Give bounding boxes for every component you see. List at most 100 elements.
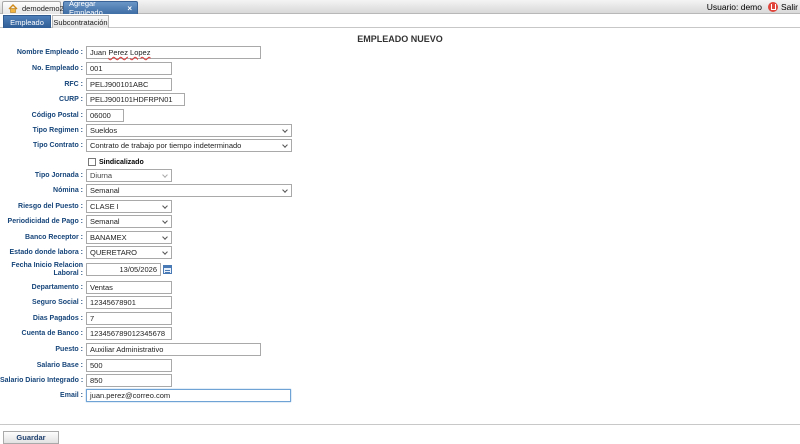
row-rfc: RFC : PELJ900101ABC [0, 78, 800, 92]
tipo-regimen-value: Sueldos [90, 126, 118, 135]
sub-tab-bar: Empleado Subcontratación [0, 15, 800, 28]
row-no-empleado: No. Empleado : 001 [0, 62, 800, 76]
riesgo-select[interactable]: CLASE I [86, 200, 172, 213]
user-label: Usuario: demo [706, 2, 762, 12]
seguro-social-label: Seguro Social : [32, 299, 83, 306]
row-salario-diario: Salario Diario Integrado : 850 [0, 374, 800, 388]
chevron-down-icon [162, 234, 168, 240]
cuenta-banco-label: Cuenta de Banco : [21, 330, 83, 337]
tipo-jornada-value: Diurna [90, 171, 113, 180]
home-icon [8, 3, 18, 13]
estado-value: QUERETARO [90, 248, 137, 257]
nombre-label: Nombre Empleado : [16, 49, 83, 56]
salario-diario-label: Salario Diario Integrado : [0, 377, 84, 384]
row-nombre: Nombre Empleado : Juan Perez Lopez [0, 46, 800, 60]
seguro-social-input[interactable]: 12345678901 [86, 296, 172, 309]
no-empleado-label: No. Empleado : [32, 65, 83, 72]
tipo-contrato-select[interactable]: Contrato de trabajo por tiempo indetermi… [86, 139, 292, 152]
cuenta-banco-input[interactable]: 123456789012345678 [86, 327, 172, 340]
row-curp: CURP : PELJ900101HDFRPN01 [0, 93, 800, 107]
chevron-down-icon [282, 127, 288, 133]
tipo-jornada-label: Tipo Jornada : [34, 172, 83, 179]
tab-home-label: demodemo2 [22, 3, 64, 13]
row-tipo-contrato: Tipo Contrato : Contrato de trabajo por … [0, 139, 800, 153]
row-seguro-social: Seguro Social : 12345678901 [0, 296, 800, 310]
exit-link[interactable]: Salir [781, 2, 798, 12]
nomina-select[interactable]: Semanal [86, 184, 292, 197]
row-puesto: Puesto : Auxiliar Administrativo [0, 343, 800, 357]
departamento-label: Departamento : [31, 284, 83, 291]
tipo-regimen-label: Tipo Regimen : [32, 127, 83, 134]
tab-subcontratacion[interactable]: Subcontratación [52, 15, 109, 28]
dias-pagados-input[interactable]: 7 [86, 312, 172, 325]
chevron-down-icon [162, 249, 168, 255]
tipo-jornada-select[interactable]: Diurna [86, 169, 172, 182]
row-nomina: Nómina : Semanal [0, 184, 800, 198]
email-label: Email : [60, 392, 83, 399]
tab-empleado[interactable]: Empleado [3, 15, 51, 28]
rfc-label: RFC : [64, 81, 83, 88]
estado-select[interactable]: QUERETARO [86, 246, 172, 259]
periodicidad-select[interactable]: Semanal [86, 215, 172, 228]
user-area: Usuario: demo Salir [707, 0, 798, 14]
nomina-value: Semanal [90, 186, 120, 195]
fecha-inicio-input[interactable]: 13/05/2026 [86, 263, 161, 276]
chevron-down-icon [282, 187, 288, 193]
periodicidad-label: Periodicidad de Pago : [7, 218, 83, 225]
codigo-postal-input[interactable]: 06000 [86, 109, 124, 122]
nombre-value-mid: Perez [108, 48, 128, 57]
salario-diario-input[interactable]: 850 [86, 374, 172, 387]
page-title: EMPLEADO NUEVO [357, 34, 443, 44]
row-cuenta-banco: Cuenta de Banco : 123456789012345678 [0, 327, 800, 341]
row-tipo-regimen: Tipo Regimen : Sueldos [0, 124, 800, 138]
row-salario-base: Salario Base : 500 [0, 359, 800, 373]
curp-label: CURP : [59, 96, 83, 103]
sindicalizado-label: Sindicalizado [99, 158, 144, 166]
chevron-down-icon [162, 218, 168, 224]
chevron-down-icon [162, 172, 168, 178]
puesto-input[interactable]: Auxiliar Administrativo [86, 343, 261, 356]
row-estado: Estado donde labora : QUERETARO [0, 246, 800, 260]
row-sindicalizado: Sindicalizado [0, 155, 800, 169]
row-dias-pagados: Dias Pagados : 7 [0, 312, 800, 326]
dias-pagados-label: Dias Pagados : [32, 315, 83, 322]
tab-home[interactable]: demodemo2 [2, 1, 64, 14]
email-input[interactable]: juan.perez@correo.com [86, 389, 291, 402]
salario-base-input[interactable]: 500 [86, 359, 172, 372]
exit-icon[interactable] [767, 2, 778, 12]
tipo-contrato-value: Contrato de trabajo por tiempo indetermi… [90, 141, 242, 150]
save-button[interactable]: Guardar [3, 431, 59, 444]
salario-base-label: Salario Base : [36, 362, 83, 369]
calendar-icon[interactable] [163, 265, 172, 274]
puesto-label: Puesto : [55, 346, 83, 353]
estado-label: Estado donde labora : [9, 249, 83, 256]
window-tab-bar: demodemo2 Agregar Empleado × Usuario: de… [0, 0, 800, 17]
nombre-value-first: Juan [90, 48, 109, 57]
tipo-regimen-select[interactable]: Sueldos [86, 124, 292, 137]
row-departamento: Departamento : Ventas [0, 281, 800, 295]
banco-value: BANAMEX [90, 233, 127, 242]
nombre-value-last: Lopez [130, 48, 151, 57]
sindicalizado-checkbox[interactable] [88, 158, 96, 166]
row-email: Email : juan.perez@correo.com [0, 389, 800, 403]
rfc-input[interactable]: PELJ900101ABC [86, 78, 172, 91]
tab-agregar-empleado[interactable]: Agregar Empleado × [63, 0, 138, 17]
row-tipo-jornada: Tipo Jornada : Diurna [0, 169, 800, 183]
no-empleado-input[interactable]: 001 [86, 62, 172, 75]
banco-select[interactable]: BANAMEX [86, 231, 172, 244]
tipo-contrato-label: Tipo Contrato : [32, 142, 83, 149]
departamento-input[interactable]: Ventas [86, 281, 172, 294]
fecha-inicio-label-line2: Laboral : [53, 270, 83, 277]
nombre-input[interactable]: Juan Perez Lopez [86, 46, 261, 59]
row-codigo-postal: Código Postal : 06000 [0, 109, 800, 123]
row-periodicidad: Periodicidad de Pago : Semanal [0, 215, 800, 229]
riesgo-label: Riesgo del Puesto : [18, 203, 83, 210]
fecha-inicio-label: Fecha Inicio Relacion Laboral : [0, 262, 83, 278]
curp-input[interactable]: PELJ900101HDFRPN01 [86, 93, 185, 106]
footer-divider [0, 424, 800, 425]
codigo-postal-label: Código Postal : [31, 112, 83, 119]
sindicalizado-group: Sindicalizado [88, 155, 144, 169]
chevron-down-icon [282, 142, 288, 148]
fecha-inicio-label-line1: Fecha Inicio Relacion [11, 262, 83, 269]
close-icon[interactable]: × [127, 4, 132, 13]
